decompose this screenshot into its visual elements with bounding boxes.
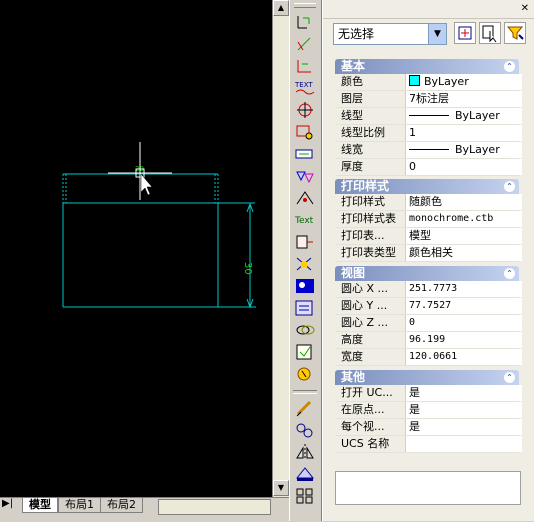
properties-panel: ✕ 无选择 ▼ 基本 ⌃ 颜色 ByLayer 图层 7标注层 线型 ByLayer 线… [322,0,534,521]
selection-value: 无选择 [338,27,375,41]
scroll-down-icon[interactable]: ▼ [273,480,289,496]
property-row-plot-style[interactable]: 打印样式 随颜色 [335,194,522,211]
mirror-icon[interactable] [293,442,317,464]
property-row-lineweight[interactable]: 线宽 ByLayer [335,142,522,159]
tab-layout2[interactable]: 布局2 [100,498,143,513]
layout-tab-bar: ▶| 模型 布局1 布局2 [0,497,289,522]
section-header[interactable]: 其他 ⌃ [335,370,519,385]
property-row-ucs-name[interactable]: UCS 名称 [335,436,522,453]
section-general: 基本 ⌃ 颜色 ByLayer 图层 7标注层 线型 ByLayer 线型比例 1 线宽 B… [335,59,522,176]
section-view: 视图 ⌃ 圆心 X ... 251.7773 圆心 Y ... 77.7527 圆心 … [335,266,522,366]
horizontal-scrollbar[interactable] [158,499,271,515]
insert-block-icon[interactable] [293,232,317,254]
property-row-ucs-at-origin[interactable]: 在原点... 是 [335,402,522,419]
text-icon[interactable]: Text [293,210,317,232]
design-center-icon[interactable] [293,276,317,298]
close-icon[interactable]: ✕ [521,3,529,14]
tab-model[interactable]: 模型 [22,498,58,513]
toggle-pickadd-button[interactable] [454,22,476,44]
color-swatch-icon [409,75,420,86]
property-row-thickness[interactable]: 厚度 0 [335,159,522,176]
property-row-height[interactable]: 高度 96.199 [335,332,522,349]
link-icon[interactable] [293,320,317,342]
vertical-scrollbar[interactable]: ▲ ▼ [272,0,289,497]
toolbar-grip[interactable] [294,3,316,8]
dim-style-icon[interactable] [293,188,317,210]
tolerance-icon[interactable] [293,122,317,144]
property-row-center-z[interactable]: 圆心 Z ... 0 [335,315,522,332]
quick-select-icon[interactable] [293,342,317,364]
select-objects-button[interactable] [479,22,501,44]
modify-toolbar: TEXT Text [289,0,322,521]
svg-text:TEXT: TEXT [294,81,313,89]
property-row-layer[interactable]: 图层 7标注层 [335,91,522,108]
match-properties-icon[interactable] [293,364,317,386]
collapse-icon[interactable]: ⌃ [504,181,515,192]
arc-length-icon[interactable] [293,166,317,188]
dimension-edit-icon[interactable] [293,144,317,166]
property-row-linetype-scale[interactable]: 线型比例 1 [335,125,522,142]
panel-titlebar: ✕ [323,0,534,19]
collapse-icon[interactable]: ⌃ [504,372,515,383]
property-row-center-x[interactable]: 圆心 X ... 251.7773 [335,281,522,298]
property-row-plot-table-attached[interactable]: 打印表... 模型 [335,228,522,245]
property-row-width[interactable]: 宽度 120.0661 [335,349,522,366]
quick-select-button[interactable] [504,22,526,44]
center-mark-icon[interactable] [293,100,317,122]
property-row-plot-style-table[interactable]: 打印样式表 monochrome.ctb [335,211,522,228]
selection-dropdown[interactable]: 无选择 ▼ [333,23,447,45]
crosshair-cursor [108,142,172,200]
array-icon[interactable] [293,486,317,508]
measure-icon[interactable] [293,254,317,276]
property-row-linetype[interactable]: 线型 ByLayer [335,108,522,125]
collapse-icon[interactable]: ⌃ [504,268,515,279]
dimension-linear-icon[interactable] [293,12,317,34]
dimension-label: 30 [242,262,253,275]
section-plot-style: 打印样式 ⌃ 打印样式 随颜色 打印样式表 monochrome.ctb 打印表...… [335,179,522,262]
section-header[interactable]: 打印样式 ⌃ [335,179,519,194]
section-header[interactable]: 视图 ⌃ [335,266,519,281]
drawing-svg: 30 20 [62,142,256,309]
dimension-ordinate-icon[interactable] [293,56,317,78]
stretch-icon[interactable] [293,464,317,486]
text-style-icon[interactable]: TEXT [293,78,317,100]
mouse-pointer-icon [140,173,153,196]
section-misc: 其他 ⌃ 打开 UC... 是 在原点... 是 每个视... 是 UCS 名称 [335,370,522,453]
linetype-sample-icon [409,115,449,116]
drawing-canvas[interactable]: 30 20 [0,0,272,497]
scroll-up-icon[interactable]: ▲ [273,0,289,16]
svg-text:Text: Text [294,216,314,226]
property-row-ucs-icon-on[interactable]: 打开 UC... 是 [335,385,522,402]
collapse-icon[interactable]: ⌃ [504,61,515,72]
chain-icon[interactable] [293,420,317,442]
lineweight-sample-icon [409,149,449,150]
description-box [335,471,521,505]
property-row-ucs-per-viewport[interactable]: 每个视... 是 [335,419,522,436]
tab-layout1[interactable]: 布局1 [58,498,101,513]
erase-icon[interactable] [293,398,317,420]
chevron-down-icon[interactable]: ▼ [428,24,446,44]
property-row-color[interactable]: 颜色 ByLayer [335,74,522,91]
property-row-plot-table-type[interactable]: 打印表类型 颜色相关 [335,245,522,262]
property-row-center-y[interactable]: 圆心 Y ... 77.7527 [335,298,522,315]
tool-palette-icon[interactable] [293,298,317,320]
dimension-aligned-icon[interactable] [293,34,317,56]
tab-nav-icon[interactable]: ▶| [2,498,13,509]
section-header[interactable]: 基本 ⌃ [335,59,519,74]
